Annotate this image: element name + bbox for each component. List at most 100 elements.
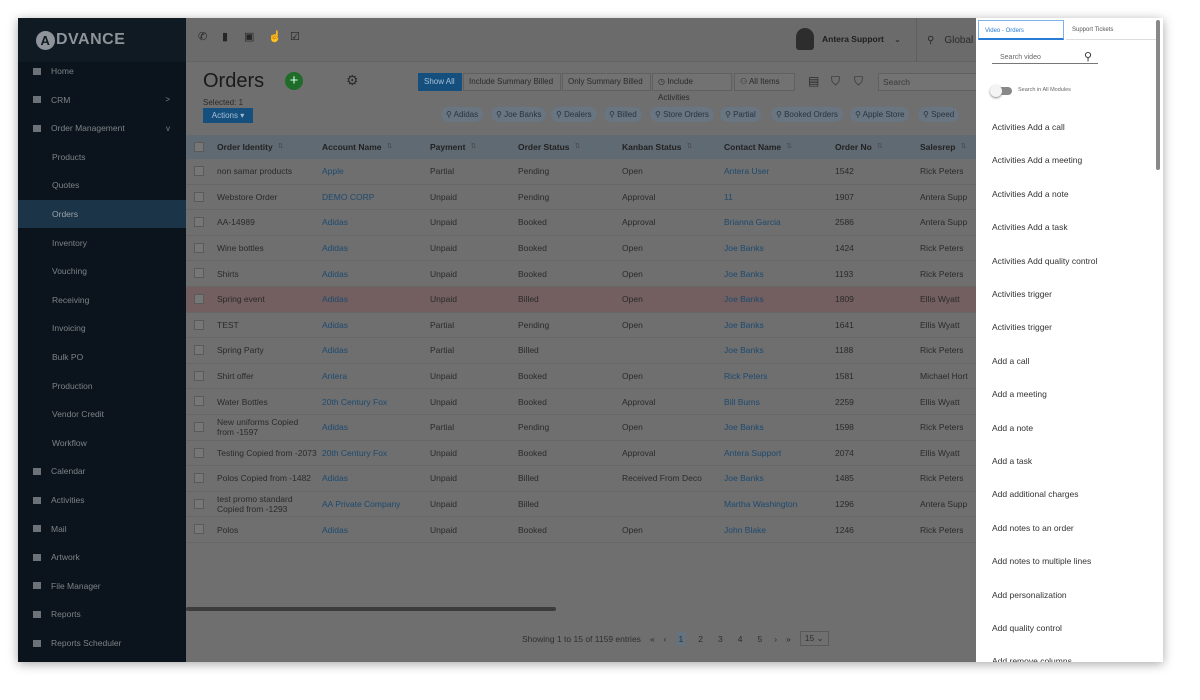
video-item[interactable]: Add notes to multiple lines	[992, 556, 1091, 566]
sidebar-item-crm[interactable]: CRM >	[18, 86, 186, 114]
filter-include-activities[interactable]: ◷ Include Activities	[652, 73, 732, 102]
cell-contact-name[interactable]: Antera Support	[724, 441, 781, 466]
cell-contact-name[interactable]: Bill Burns	[724, 389, 760, 414]
cell-account-name[interactable]: Adidas	[322, 313, 348, 338]
last-page-button[interactable]: »	[786, 634, 791, 644]
next-page-button[interactable]: ›	[774, 634, 777, 644]
row-checkbox[interactable]	[194, 294, 204, 304]
cell-account-name[interactable]: 20th Century Fox	[322, 389, 387, 414]
sort-icon[interactable]: ⇅	[877, 142, 883, 152]
column-header-kanban-status[interactable]: Kanban Status ⇅	[622, 135, 692, 159]
sidebar-item-vouching[interactable]: Vouching	[18, 257, 186, 285]
row-checkbox[interactable]	[194, 524, 204, 535]
cell-contact-name[interactable]: Joe Banks	[724, 261, 764, 286]
video-item[interactable]: Add a meeting	[992, 389, 1047, 399]
page-4-button[interactable]: 4	[735, 632, 746, 646]
touch-icon[interactable]: ☝	[268, 32, 282, 43]
saved-search-chip[interactable]: ⚲ Billed	[604, 107, 642, 122]
row-checkbox[interactable]	[194, 268, 204, 279]
search-input[interactable]: Search	[878, 73, 978, 91]
sidebar-item-file-manager[interactable]: File Manager	[18, 572, 186, 600]
video-item[interactable]: Add additional charges	[992, 489, 1078, 499]
sort-icon[interactable]: ⇅	[687, 142, 693, 152]
row-checkbox[interactable]	[194, 191, 204, 202]
table-row[interactable]: test promo standard Copied from -1293 AA …	[186, 492, 994, 518]
page-1-button[interactable]: 1	[675, 631, 687, 646]
sidebar-item-inventory[interactable]: Inventory	[18, 229, 186, 257]
saved-search-chip[interactable]: ⚲ Store Orders	[650, 107, 714, 122]
video-item[interactable]: Activities trigger	[992, 322, 1052, 332]
cell-account-name[interactable]: Adidas	[322, 236, 348, 261]
cell-contact-name[interactable]: Rick Peters	[724, 364, 767, 389]
video-item[interactable]: Add quality control	[992, 623, 1062, 633]
filter-all-items[interactable]: ⚇ All Items	[734, 73, 795, 91]
actions-button[interactable]: Actions ▾	[203, 108, 253, 123]
cell-account-name[interactable]: Adidas	[322, 517, 348, 542]
search-icon[interactable]: ⚲	[1084, 50, 1092, 63]
saved-search-chip[interactable]: ⚲ Adidas	[441, 107, 484, 122]
table-row[interactable]: Spring event Adidas Unpaid Billed Open Joe Ba…	[186, 287, 994, 313]
row-checkbox[interactable]	[194, 447, 204, 458]
page-2-button[interactable]: 2	[695, 632, 706, 646]
table-row[interactable]: Polos Adidas Unpaid Booked Open John Blake 124…	[186, 517, 994, 543]
cell-contact-name[interactable]: Joe Banks	[724, 287, 764, 312]
cell-account-name[interactable]: Adidas	[322, 210, 348, 235]
global-search[interactable]: ⚲ Global S	[916, 18, 983, 62]
cell-account-name[interactable]: Adidas	[322, 338, 348, 363]
saved-search-chip[interactable]: ⚲ Booked Orders	[771, 107, 843, 122]
first-page-button[interactable]: «	[650, 634, 655, 644]
search-video-input[interactable]: Search video	[992, 54, 1098, 64]
row-checkbox[interactable]	[194, 319, 204, 330]
row-checkbox[interactable]	[194, 166, 204, 176]
logo[interactable]: A DVANCE	[18, 18, 186, 62]
row-checkbox[interactable]	[194, 396, 204, 407]
sort-icon[interactable]: ⇅	[278, 142, 284, 152]
video-item[interactable]: Add a note	[992, 423, 1033, 433]
column-header-payment[interactable]: Payment ⇅	[430, 135, 476, 159]
filter-only-summary-billed[interactable]: Only Summary Billed	[562, 73, 651, 91]
sidebar-item-calendar[interactable]: Calendar	[18, 457, 186, 485]
saved-search-chip[interactable]: ⚲ Dealers	[551, 107, 597, 122]
sort-icon[interactable]: ⇅	[960, 142, 966, 152]
sidebar-item-mail[interactable]: Mail	[18, 515, 186, 543]
prev-page-button[interactable]: ‹	[664, 634, 667, 644]
cell-account-name[interactable]: Antera	[322, 364, 347, 389]
page-3-button[interactable]: 3	[715, 632, 726, 646]
video-item[interactable]: Add remove columns	[992, 656, 1072, 662]
table-row[interactable]: Water Bottles 20th Century Fox Unpaid Booke…	[186, 389, 994, 415]
table-row[interactable]: non samar products Apple Partial Pending Ope…	[186, 159, 994, 185]
sidebar-item-home[interactable]: Home	[18, 57, 186, 85]
cell-account-name[interactable]: DEMO CORP	[322, 185, 374, 210]
saved-search-chip[interactable]: ⚲ Joe Banks	[491, 107, 547, 122]
cell-contact-name[interactable]: Joe Banks	[724, 236, 764, 261]
sidebar-item-orders[interactable]: Orders	[18, 200, 186, 228]
column-header-account-name[interactable]: Account Name ⇅	[322, 135, 392, 159]
column-header-order-identity[interactable]: Order Identity ⇅	[217, 135, 284, 159]
sort-icon[interactable]: ⇅	[387, 142, 393, 152]
sidebar-item-workflow[interactable]: Workflow	[18, 429, 186, 457]
sort-icon[interactable]: ⇅	[786, 142, 792, 152]
sidebar-item-reports-scheduler[interactable]: Reports Scheduler	[18, 629, 186, 657]
video-item[interactable]: Add notes to an order	[992, 523, 1074, 533]
table-row[interactable]: AA-14989 Adidas Unpaid Booked Approval Briann…	[186, 210, 994, 236]
table-row[interactable]: Polos Copied from -1482 Adidas Unpaid Bille…	[186, 466, 994, 492]
tab-video-orders[interactable]: Video - Orders	[978, 20, 1064, 40]
cell-contact-name[interactable]: Antera User	[724, 159, 769, 184]
calendar-icon[interactable]: ▤	[808, 74, 819, 88]
sidebar-item-bulk-po[interactable]: Bulk PO	[18, 343, 186, 371]
cell-contact-name[interactable]: Joe Banks	[724, 466, 764, 491]
table-row[interactable]: New uniforms Copied from -1597 Adidas Part…	[186, 415, 994, 441]
sidebar-item-products[interactable]: Products	[18, 143, 186, 171]
cell-account-name[interactable]: Adidas	[322, 415, 348, 440]
column-header-salesrep[interactable]: Salesrep ⇅	[920, 135, 966, 159]
video-item[interactable]: Add personalization	[992, 590, 1067, 600]
row-checkbox[interactable]	[194, 242, 204, 253]
filter-include-summary-billed[interactable]: Include Summary Billed	[463, 73, 561, 91]
table-row[interactable]: Spring Party Adidas Partial Billed Joe Banks…	[186, 338, 994, 364]
video-item[interactable]: Activities Add a note	[992, 189, 1069, 199]
horizontal-scrollbar[interactable]	[186, 607, 556, 611]
sort-icon[interactable]: ⇅	[575, 142, 581, 152]
table-row[interactable]: Shirt offer Antera Unpaid Booked Open Rick Pe…	[186, 364, 994, 390]
saved-search-chip[interactable]: ⚲ Partial	[720, 107, 761, 122]
row-checkbox[interactable]	[194, 422, 204, 432]
